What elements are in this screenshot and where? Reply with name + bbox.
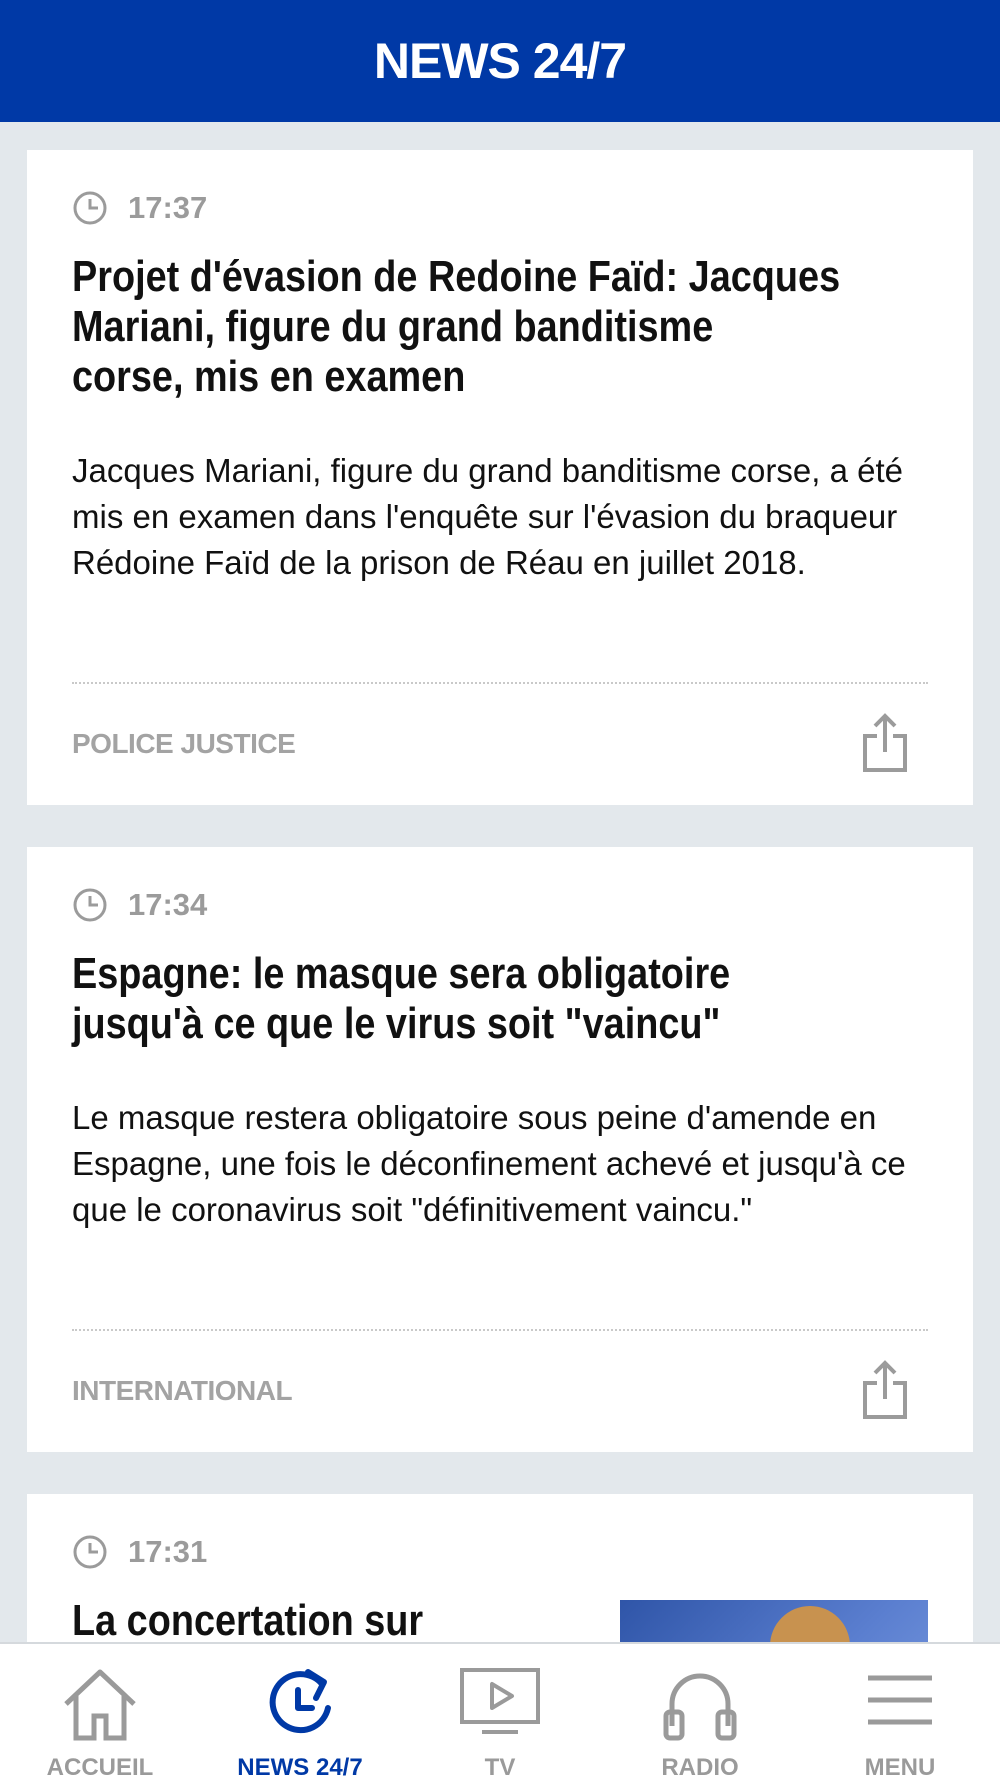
tab-tv[interactable]: TV <box>400 1644 600 1778</box>
article-time: 17:37 <box>72 190 207 226</box>
headline-line: jusqu'à ce que le virus soit "vaincu" <box>72 999 721 1048</box>
app-header: NEWS 24/7 <box>0 0 1000 122</box>
article-card[interactable]: 17:31 La concertation sur <box>27 1494 973 1642</box>
tab-accueil[interactable]: ACCUEIL <box>0 1644 200 1778</box>
share-icon <box>863 713 907 772</box>
home-icon <box>64 1669 136 1741</box>
tab-label: RADIO <box>661 1754 739 1778</box>
tab-radio[interactable]: RADIO <box>600 1644 800 1778</box>
article-category[interactable]: INTERNATIONAL <box>72 1375 293 1407</box>
page-title: NEWS 24/7 <box>373 33 627 89</box>
hamburger-menu-icon <box>868 1675 932 1725</box>
bottom-tab-bar: ACCUEIL NEWS 24/7 TV RADIO MENU <box>0 1642 1000 1778</box>
article-card[interactable]: 17:34 Espagne: le masque sera obligatoir… <box>27 847 973 1452</box>
divider <box>72 1329 928 1331</box>
article-summary: Le masque restera obligatoire sous peine… <box>72 1099 906 1228</box>
headline-line: corse, mis en examen <box>72 352 466 401</box>
share-icon <box>863 1360 907 1419</box>
headline-line: Espagne: le masque sera obligatoire <box>72 949 731 998</box>
article-time-text: 17:31 <box>128 1534 208 1569</box>
article-category[interactable]: POLICE JUSTICE <box>72 728 296 760</box>
article-summary: Jacques Mariani, figure du grand banditi… <box>72 452 903 581</box>
headline-line: Mariani, figure du grand banditisme <box>72 302 714 351</box>
tab-label: ACCUEIL <box>46 1754 154 1778</box>
clock-icon <box>73 888 107 922</box>
clock-icon <box>73 1535 107 1569</box>
article-thumbnail[interactable] <box>620 1600 928 1642</box>
headphones-icon <box>663 1673 737 1741</box>
divider <box>72 682 928 684</box>
news-feed[interactable]: 17:37 Projet d'évasion de Redoine Faïd: … <box>0 122 1000 1642</box>
clock-icon <box>73 191 107 225</box>
tab-label: NEWS 24/7 <box>237 1754 363 1778</box>
article-headline[interactable]: Projet d'évasion de Redoine Faïd: Jacque… <box>72 252 932 402</box>
tv-play-icon <box>460 1668 540 1734</box>
tab-news-24-7[interactable]: NEWS 24/7 <box>200 1644 400 1778</box>
article-time: 17:34 <box>72 887 207 923</box>
share-button[interactable] <box>859 712 911 774</box>
tab-menu[interactable]: MENU <box>800 1644 1000 1778</box>
headline-line: Projet d'évasion de Redoine Faïd: Jacque… <box>72 252 841 301</box>
news-refresh-icon <box>269 1669 331 1734</box>
article-time: 17:31 <box>72 1534 207 1570</box>
thumbnail-person <box>770 1606 850 1642</box>
article-headline[interactable]: Espagne: le masque sera obligatoire jusq… <box>72 949 932 1049</box>
tab-label: TV <box>484 1754 516 1778</box>
article-card[interactable]: 17:37 Projet d'évasion de Redoine Faïd: … <box>27 150 973 805</box>
share-button[interactable] <box>859 1359 911 1421</box>
article-time-text: 17:37 <box>128 190 208 225</box>
article-time-text: 17:34 <box>128 887 208 922</box>
tab-label: MENU <box>864 1754 936 1778</box>
